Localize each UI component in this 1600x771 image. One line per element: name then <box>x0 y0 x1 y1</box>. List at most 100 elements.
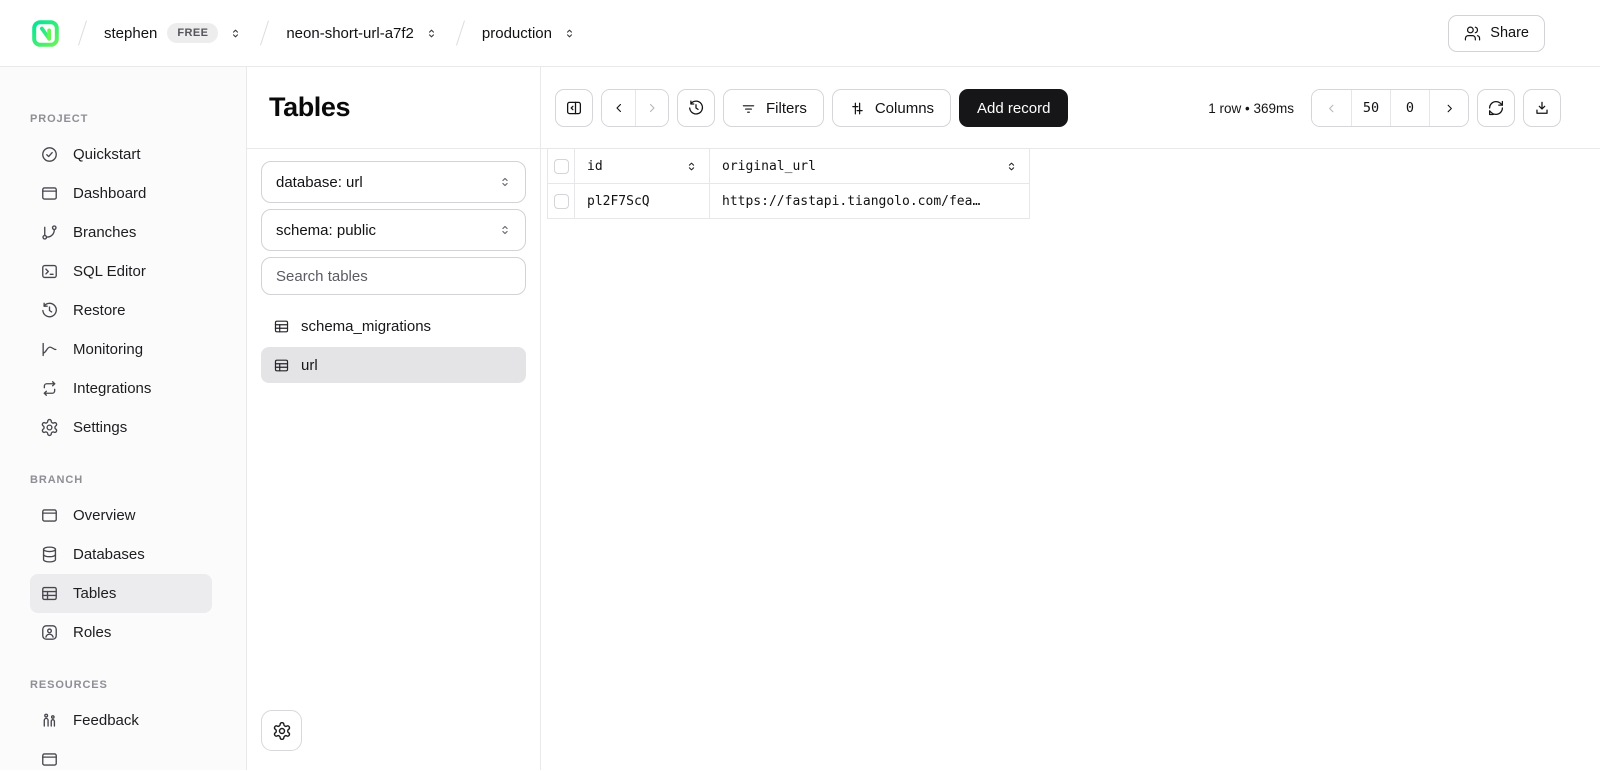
table-icon <box>40 584 59 603</box>
columns-button[interactable]: Columns <box>832 89 951 127</box>
row-count-status: 1 row • 369ms <box>1208 101 1294 116</box>
sort-icon[interactable] <box>1004 159 1019 174</box>
back-button[interactable] <box>602 90 635 126</box>
add-record-button[interactable]: Add record <box>959 89 1068 127</box>
breadcrumb-divider <box>456 20 465 45</box>
sidebar-item-label: SQL Editor <box>73 263 146 280</box>
sidebar-item-label: Integrations <box>73 380 151 397</box>
refresh-button[interactable] <box>1477 89 1515 127</box>
window-icon <box>40 184 59 203</box>
sidebar-item-quickstart[interactable]: Quickstart <box>30 135 212 174</box>
add-record-label: Add record <box>977 100 1050 117</box>
database-select[interactable]: database: url <box>261 161 526 203</box>
grid-cell[interactable]: pl2F7ScQ <box>575 184 710 219</box>
sidebar-item-label: Overview <box>73 507 136 524</box>
sidebar-item-clipped[interactable] <box>30 740 212 770</box>
neon-logo-icon[interactable] <box>30 18 61 49</box>
sort-icon[interactable] <box>684 159 699 174</box>
chevron-right-icon <box>1442 101 1457 116</box>
download-button[interactable] <box>1523 89 1561 127</box>
breadcrumb-divider <box>260 20 269 45</box>
panel-settings-button[interactable] <box>261 710 302 751</box>
sidebar-item-integrations[interactable]: Integrations <box>30 369 212 408</box>
breadcrumb-account[interactable]: stephen FREE <box>104 23 243 43</box>
toolbar-right: 1 row • 369ms 50 0 <box>1208 89 1561 127</box>
sidebar-item-overview[interactable]: Overview <box>30 496 212 535</box>
sidebar: PROJECT Quickstart Dashboard Branches SQL Ed… <box>0 67 247 770</box>
sliders-icon <box>849 100 866 117</box>
panel-collapse-icon <box>565 99 583 117</box>
filters-button[interactable]: Filters <box>723 89 824 127</box>
sidebar-item-label: Dashboard <box>73 185 146 202</box>
grid-cell[interactable]: https://fastapi.tiangolo.com/fea… <box>710 184 1030 219</box>
columns-label: Columns <box>875 100 934 117</box>
body: PROJECT Quickstart Dashboard Branches SQL Ed… <box>0 67 1600 770</box>
feedback-icon <box>40 711 59 730</box>
chart-icon <box>40 340 59 359</box>
chevron-updown-icon[interactable] <box>228 26 243 41</box>
database-icon <box>40 545 59 564</box>
pagination: 50 0 <box>1311 89 1469 127</box>
breadcrumb-branch[interactable]: production <box>482 25 577 42</box>
sidebar-item-monitoring[interactable]: Monitoring <box>30 330 212 369</box>
sidebar-item-label: Restore <box>73 302 126 319</box>
grid-toolbar: Filters Columns Add record 1 row • 369ms <box>555 89 1600 127</box>
schema-select[interactable]: schema: public <box>261 209 526 251</box>
sidebar-item-tables[interactable]: Tables <box>30 574 212 613</box>
share-button[interactable]: Share <box>1448 15 1545 52</box>
row-checkbox[interactable] <box>554 194 569 209</box>
sidebar-item-dashboard[interactable]: Dashboard <box>30 174 212 213</box>
filter-icon <box>740 100 757 117</box>
schema-select-value: schema: public <box>276 222 376 239</box>
table-name: url <box>301 357 318 374</box>
tables-panel-header: Tables <box>247 67 540 149</box>
prev-page-button[interactable] <box>1312 90 1351 126</box>
top-header: stephen FREE neon-short-url-a7f2 product… <box>0 0 1600 67</box>
query-history-button[interactable] <box>677 89 715 127</box>
gear-icon <box>272 721 292 741</box>
table-icon <box>273 357 290 374</box>
table-list-item-schema_migrations[interactable]: schema_migrations <box>261 308 526 344</box>
window-icon <box>40 506 59 525</box>
breadcrumb-project[interactable]: neon-short-url-a7f2 <box>286 25 439 42</box>
sidebar-item-roles[interactable]: Roles <box>30 613 212 652</box>
search-tables-input[interactable] <box>261 257 526 295</box>
refresh-icon <box>1487 99 1505 117</box>
branch-name: production <box>482 25 552 42</box>
users-icon <box>1464 25 1481 42</box>
tables-panel: Tables database: url schema: public sche… <box>247 67 541 770</box>
sidebar-item-restore[interactable]: Restore <box>30 291 212 330</box>
integrations-icon <box>40 379 59 398</box>
sidebar-item-sql-editor[interactable]: SQL Editor <box>30 252 212 291</box>
table-list-item-url[interactable]: url <box>261 347 526 383</box>
grid-row: pl2F7ScQhttps://fastapi.tiangolo.com/fea… <box>548 184 1030 219</box>
grid-column-header-id[interactable]: id <box>575 149 710 184</box>
forward-button[interactable] <box>635 90 668 126</box>
gear-icon <box>40 418 59 437</box>
sidebar-item-branches[interactable]: Branches <box>30 213 212 252</box>
tables-panel-footer <box>247 710 540 770</box>
check-circle-icon <box>40 145 59 164</box>
history-nav-group <box>601 89 669 127</box>
collapse-panel-button[interactable] <box>555 89 593 127</box>
table-name: schema_migrations <box>301 318 431 335</box>
column-name: id <box>587 159 603 174</box>
sidebar-section-label: PROJECT <box>30 113 216 125</box>
table-icon <box>273 318 290 335</box>
chevron-left-icon <box>611 100 627 116</box>
chevron-updown-icon[interactable] <box>562 26 577 41</box>
page-offset-value[interactable]: 0 <box>1390 90 1429 126</box>
sidebar-item-settings[interactable]: Settings <box>30 408 212 447</box>
sidebar-item-label: Roles <box>73 624 111 641</box>
sidebar-item-databases[interactable]: Databases <box>30 535 212 574</box>
select-all-checkbox[interactable] <box>554 159 569 174</box>
chevron-updown-icon[interactable] <box>424 26 439 41</box>
next-page-button[interactable] <box>1429 90 1468 126</box>
sidebar-item-feedback[interactable]: Feedback <box>30 701 212 740</box>
page-size-value[interactable]: 50 <box>1351 90 1390 126</box>
grid-column-header-original_url[interactable]: original_url <box>710 149 1030 184</box>
chevron-updown-icon <box>497 174 513 190</box>
sidebar-item-label: Quickstart <box>73 146 141 163</box>
row-select-cell <box>548 184 575 219</box>
column-name: original_url <box>722 159 816 174</box>
